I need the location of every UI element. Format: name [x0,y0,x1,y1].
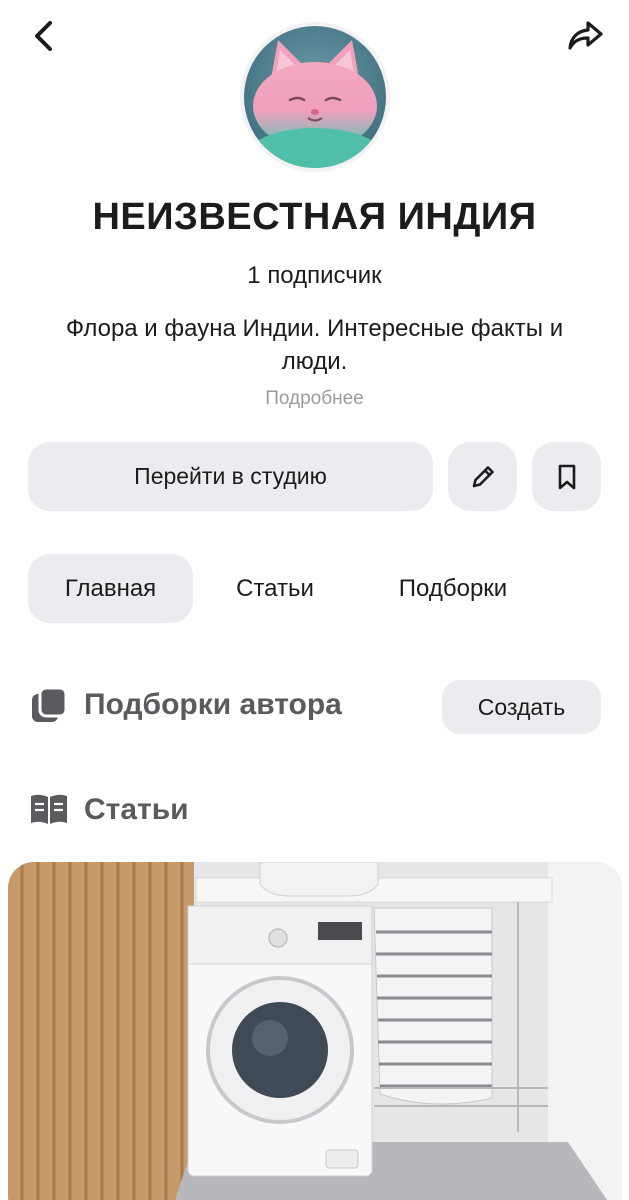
author-collections-title: Подборки автора [84,688,342,721]
tab-collections[interactable]: Подборки [368,554,538,623]
article-card[interactable] [8,862,622,1200]
articles-title: Статьи [84,793,189,826]
collections-icon [32,686,68,722]
tab-main[interactable]: Главная [28,554,193,623]
pencil-icon [472,465,494,487]
channel-page: НЕИЗВЕСТНАЯ ИНДИЯ 1 подписчик Флора и фа… [0,0,629,1200]
more-link[interactable]: Подробнее [0,388,629,410]
channel-description: Флора и фауна Индии. Интересные факты и … [65,315,564,375]
tab-articles[interactable]: Статьи [210,554,340,623]
avatar[interactable] [240,22,390,172]
bookmark-icon [558,464,575,489]
create-collection-button[interactable]: Создать [442,680,601,734]
go-to-studio-button[interactable]: Перейти в студию [28,442,433,511]
book-icon [31,794,67,824]
go-to-studio-label: Перейти в студию [134,463,327,489]
share-icon [568,21,603,50]
bookmark-button[interactable] [532,442,601,511]
edit-button[interactable] [448,442,517,511]
create-label: Создать [477,693,566,720]
share-button[interactable] [563,14,607,58]
back-button[interactable] [22,14,66,58]
tab-articles-label: Статьи [236,574,314,602]
channel-title: НЕИЗВЕСТНАЯ ИНДИЯ [92,196,537,238]
back-arrow-icon [35,21,52,51]
articles-header: Статьи [28,790,189,830]
author-collections-header: Подборки автора [28,684,342,726]
laundry-room-image [8,862,622,1200]
subscriber-count: 1 подписчик [247,262,382,289]
cat-avatar-image [244,26,386,168]
tab-main-label: Главная [64,574,157,602]
tab-collections-label: Подборки [398,574,508,602]
